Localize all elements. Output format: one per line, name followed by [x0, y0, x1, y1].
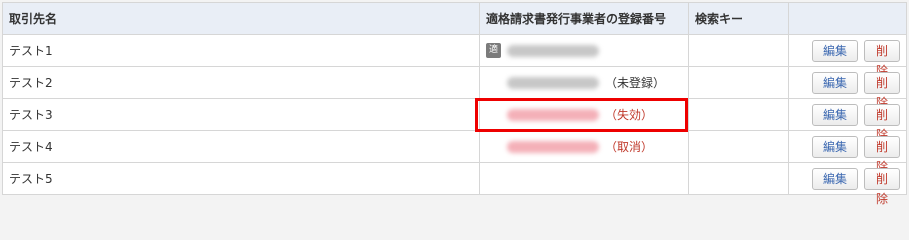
registration-status: （取消） [605, 140, 654, 154]
delete-button[interactable]: 削除 [864, 39, 900, 78]
registration-cell: （未登録） [479, 66, 689, 99]
registration-cell: （取消） [479, 130, 689, 163]
search-key-cell [688, 34, 789, 67]
search-key-cell [688, 66, 789, 99]
search-key-cell [688, 130, 789, 163]
registration-number-redacted [507, 140, 599, 153]
table-row: テスト1 適 編集 削除 [2, 34, 907, 78]
actions-cell: 編集 削除 [788, 34, 907, 78]
edit-button[interactable]: 編集 [812, 103, 858, 126]
table-row: テスト4 （取消） 編集 削除 [2, 130, 907, 174]
registration-status: （未登録） [605, 76, 666, 90]
table-header-row: 取引先名 適格請求書発行事業者の登録番号 検索キー [2, 2, 907, 35]
header-search-key: 検索キー [688, 2, 789, 35]
search-key-cell [688, 162, 789, 195]
delete-button[interactable]: 削除 [864, 167, 900, 205]
actions-cell: 編集 削除 [788, 98, 907, 142]
header-registration-number: 適格請求書発行事業者の登録番号 [479, 2, 689, 35]
edit-button[interactable]: 編集 [812, 39, 858, 62]
delete-button[interactable]: 削除 [864, 103, 900, 142]
edit-button[interactable]: 編集 [812, 71, 858, 94]
partner-name-cell: テスト5 [2, 162, 480, 195]
registration-number-redacted [507, 108, 599, 121]
actions-cell: 編集 削除 [788, 66, 907, 110]
qualified-badge-icon: 適 [486, 43, 501, 58]
partner-table: 取引先名 適格請求書発行事業者の登録番号 検索キー テスト1 適 編集 削除 テ… [2, 2, 907, 205]
header-actions [788, 2, 907, 35]
partner-name-cell: テスト3 [2, 98, 480, 131]
partner-name-cell: テスト1 [2, 34, 480, 67]
registration-number-redacted [507, 44, 599, 57]
table-row: テスト5 編集 削除 [2, 162, 907, 205]
edit-button[interactable]: 編集 [812, 167, 858, 190]
registration-number-redacted [507, 76, 599, 89]
partner-name-cell: テスト2 [2, 66, 480, 99]
delete-button[interactable]: 削除 [864, 71, 900, 110]
table-row: テスト3 （失効） 編集 削除 [2, 98, 907, 142]
registration-status: （失効） [605, 108, 654, 122]
actions-cell: 編集 削除 [788, 130, 907, 174]
delete-button[interactable]: 削除 [864, 135, 900, 174]
search-key-cell [688, 98, 789, 131]
partner-name-cell: テスト4 [2, 130, 480, 163]
table-row: テスト2 （未登録） 編集 削除 [2, 66, 907, 110]
partner-list-page: 取引先名 適格請求書発行事業者の登録番号 検索キー テスト1 適 編集 削除 テ… [0, 0, 909, 205]
edit-button[interactable]: 編集 [812, 135, 858, 158]
registration-cell [479, 162, 689, 195]
actions-cell: 編集 削除 [788, 162, 907, 205]
header-partner-name: 取引先名 [2, 2, 480, 35]
registration-cell: 適 [479, 34, 689, 67]
registration-cell: （失効） [479, 98, 689, 131]
